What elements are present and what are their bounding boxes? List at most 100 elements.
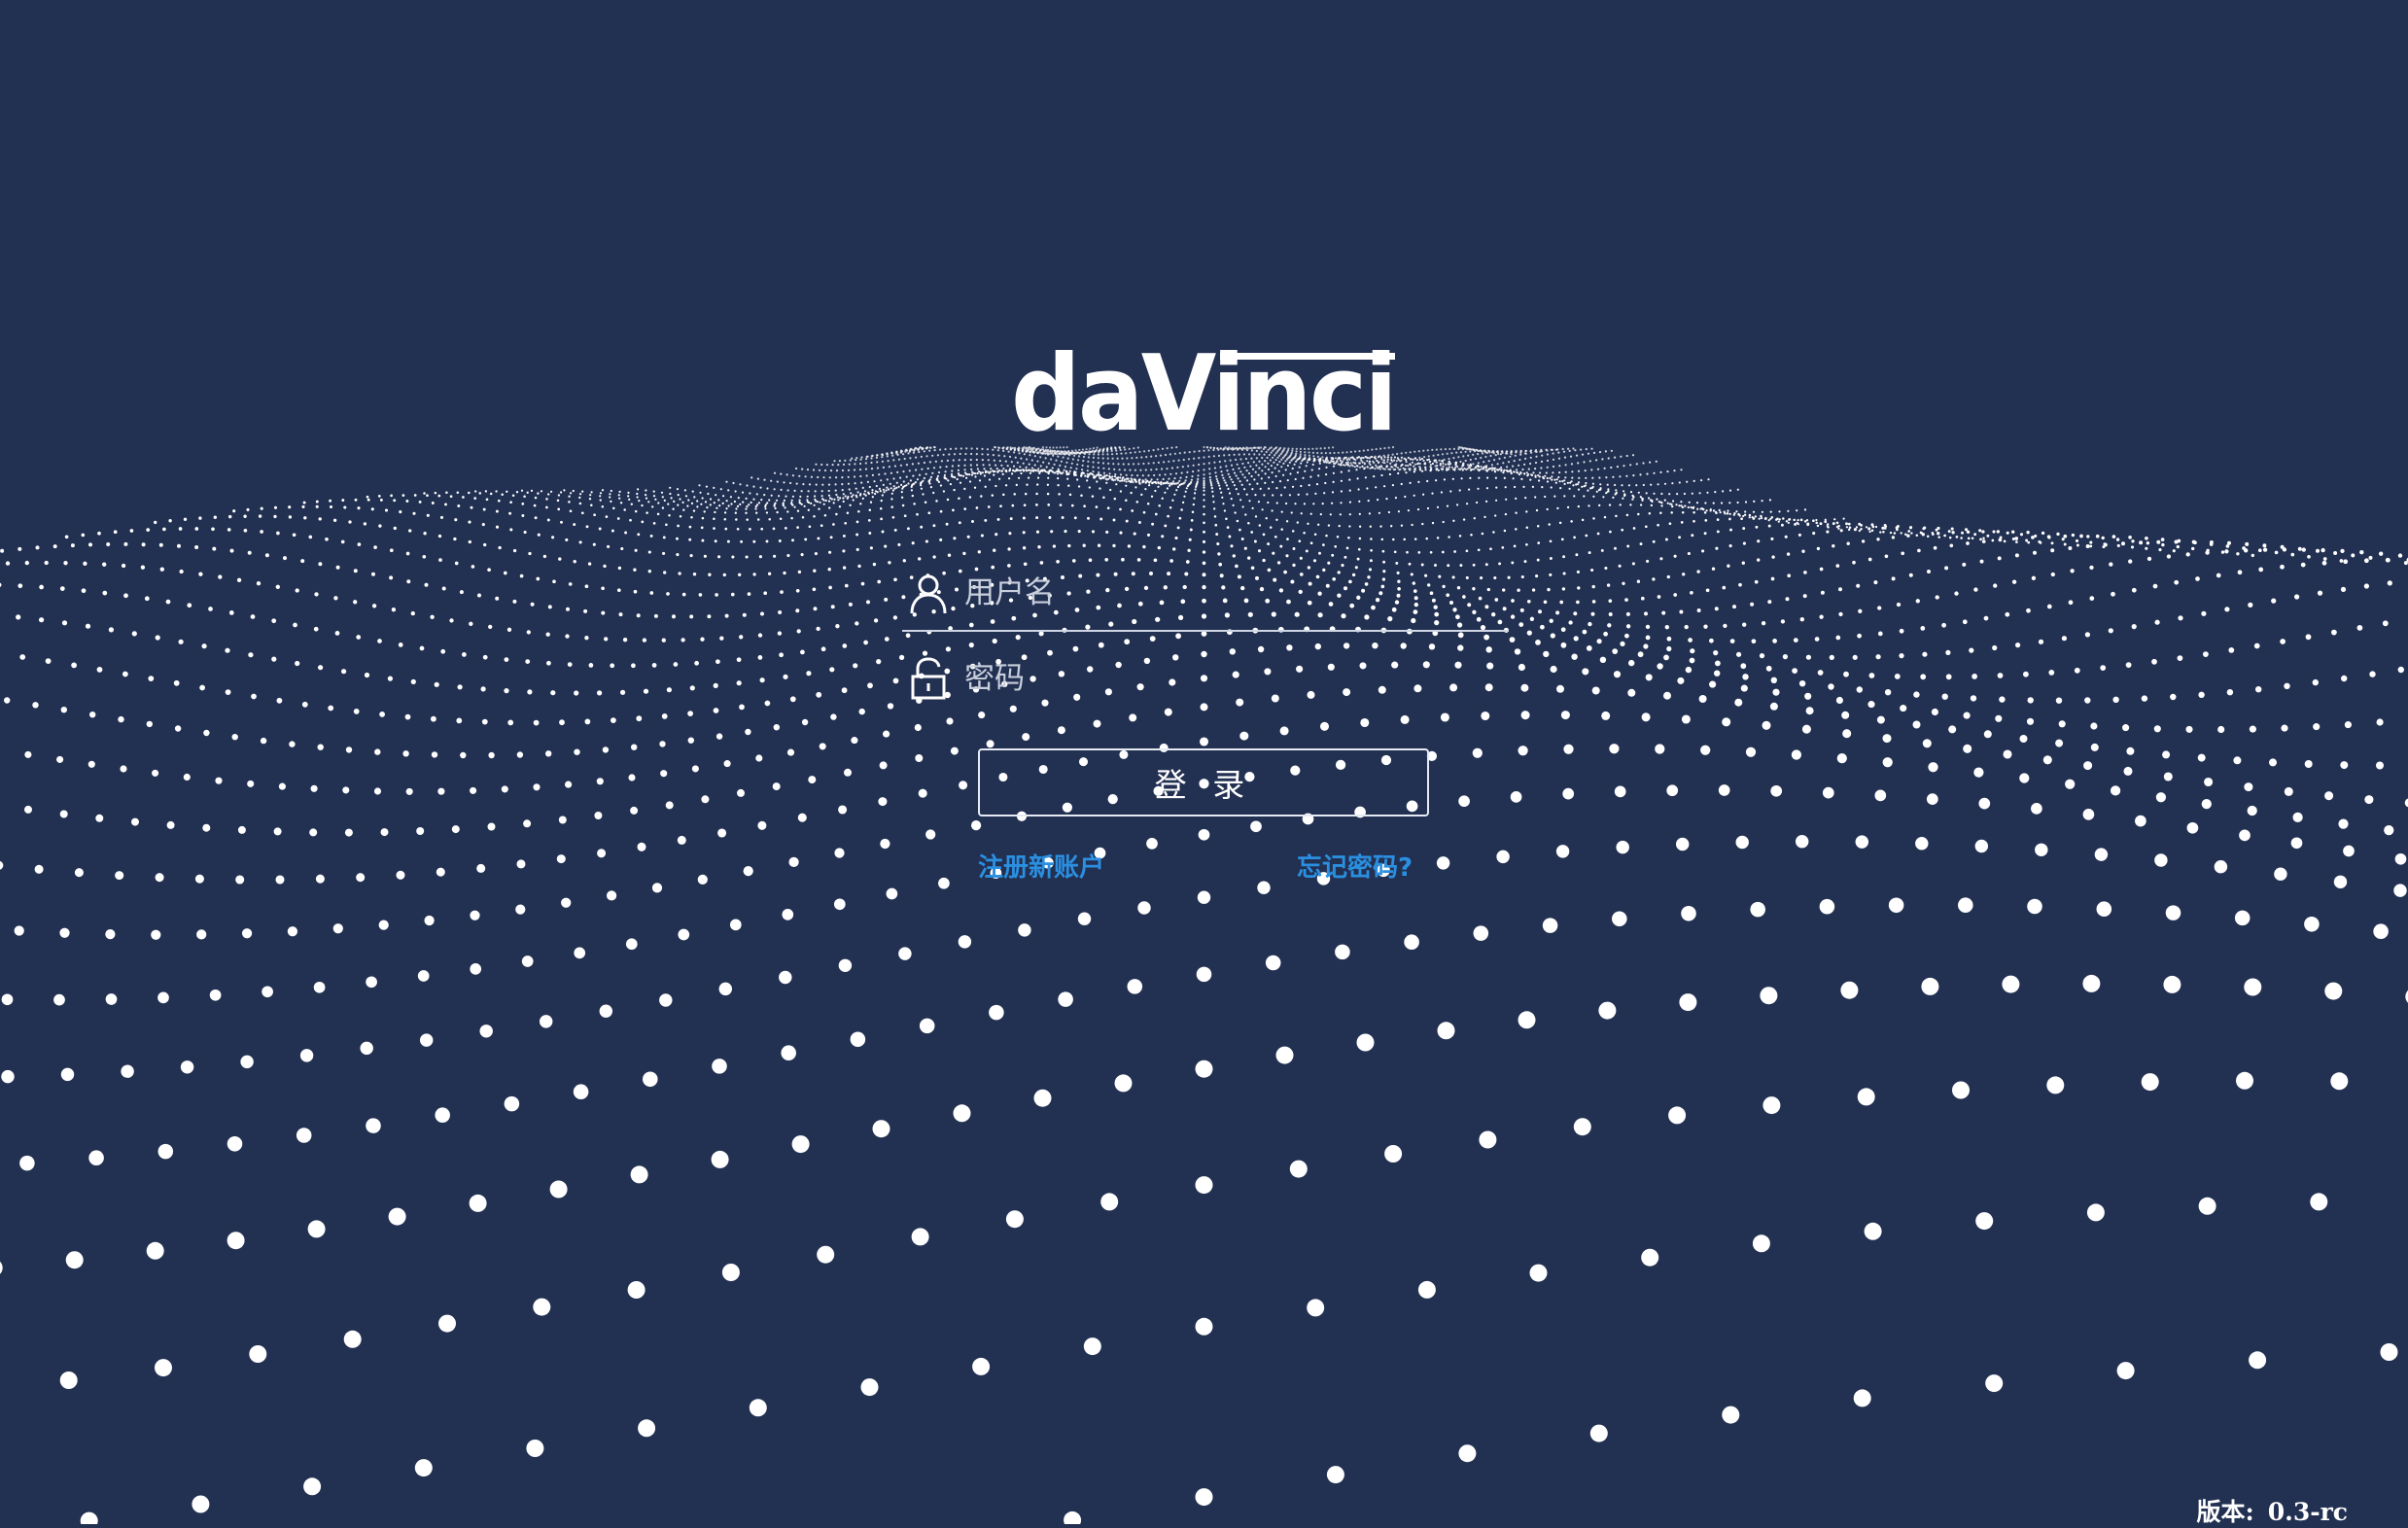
particle-dot — [2152, 583, 2158, 589]
particle-dot — [1882, 734, 1892, 744]
particle-dot — [1021, 447, 1024, 450]
particle-dot — [766, 487, 769, 490]
particle-dot — [1011, 472, 1014, 475]
particle-dot — [1315, 447, 1318, 450]
particle-dot — [1546, 507, 1549, 511]
particle-dot — [1122, 463, 1125, 466]
particle-dot — [924, 501, 927, 504]
particle-dot — [736, 657, 742, 663]
particle-dot — [1023, 453, 1026, 456]
particle-dot — [715, 494, 717, 497]
particle-dot — [1366, 460, 1369, 463]
particle-dot — [842, 463, 846, 466]
particle-dot — [1361, 466, 1364, 469]
particle-dot — [1215, 477, 1218, 480]
particle-dot — [687, 711, 693, 716]
particle-dot — [1619, 475, 1622, 478]
particle-dot — [2214, 859, 2228, 874]
particle-dot — [521, 955, 534, 967]
particle-dot — [1300, 462, 1303, 465]
particle-dot — [810, 475, 814, 478]
particle-dot — [1700, 479, 1703, 482]
register-link[interactable]: 注册新账户 — [978, 848, 1104, 884]
particle-dot — [1718, 508, 1721, 512]
particle-dot — [1519, 453, 1522, 456]
particle-dot — [1241, 473, 1244, 476]
particle-dot — [1413, 494, 1415, 497]
particle-dot — [715, 506, 718, 509]
particle-dot — [1557, 457, 1561, 460]
particle-dot — [1387, 454, 1390, 457]
particle-dot — [1035, 492, 1038, 496]
login-button[interactable]: 登 录 — [978, 748, 1429, 816]
particle-dot — [1145, 456, 1148, 459]
password-field[interactable] — [902, 642, 1509, 715]
particle-dot — [1917, 548, 1921, 553]
particle-dot — [1431, 448, 1434, 451]
particle-dot — [1666, 636, 1672, 642]
particle-dot — [1331, 460, 1334, 463]
particle-dot — [1386, 461, 1389, 464]
particle-dot — [1509, 637, 1516, 642]
particle-dot — [1684, 504, 1687, 507]
particle-dot — [1767, 519, 1770, 522]
particle-dot — [2340, 548, 2345, 554]
particle-dot — [1627, 688, 1636, 697]
particle-dot — [1170, 482, 1173, 485]
forgot-password-link[interactable]: 忘记密码? — [1297, 848, 1413, 884]
particle-dot — [757, 633, 763, 638]
particle-dot — [1668, 1106, 1687, 1125]
particle-dot — [1004, 460, 1007, 463]
particle-dot — [1569, 455, 1573, 458]
particle-dot — [1962, 562, 1967, 567]
particle-dot — [384, 508, 389, 512]
particle-dot — [842, 549, 846, 553]
particle-dot — [1268, 487, 1271, 490]
particle-dot — [438, 1314, 456, 1333]
particle-dot — [1534, 468, 1537, 470]
particle-dot — [786, 748, 795, 756]
particle-dot — [1043, 452, 1046, 455]
particle-dot — [976, 447, 979, 450]
particle-dot — [646, 511, 648, 514]
particle-dot — [2343, 559, 2349, 565]
particle-dot — [1448, 466, 1450, 469]
particle-dot — [692, 509, 696, 512]
particle-dot — [1518, 746, 1528, 756]
particle-dot — [1133, 478, 1135, 481]
particle-dot — [734, 511, 737, 514]
particle-dot — [1979, 538, 1982, 541]
particle-dot — [593, 513, 596, 517]
particle-dot — [1671, 504, 1674, 508]
particle-dot — [1517, 588, 1520, 592]
particle-dot — [923, 476, 926, 480]
particle-dot — [2255, 686, 2262, 693]
particle-dot — [2237, 570, 2243, 575]
particle-dot — [1615, 514, 1618, 518]
particle-dot — [273, 514, 277, 519]
particle-dot — [1150, 455, 1153, 458]
particle-dot — [422, 554, 427, 559]
particle-dot — [1865, 526, 1868, 529]
particle-dot — [1021, 449, 1024, 452]
username-input[interactable] — [962, 563, 1509, 623]
particle-dot — [1622, 581, 1625, 585]
particle-dot — [1966, 541, 1970, 545]
particle-dot — [1464, 450, 1467, 453]
particle-dot — [1551, 478, 1553, 481]
particle-dot — [713, 708, 719, 713]
particle-dot — [770, 494, 773, 497]
particle-dot — [1203, 479, 1205, 482]
password-input[interactable] — [962, 648, 1509, 709]
particle-dot — [1759, 652, 1765, 659]
particle-dot — [1907, 530, 1911, 533]
username-field[interactable] — [902, 556, 1509, 632]
particle-dot — [1397, 510, 1400, 513]
particle-dot — [733, 500, 737, 504]
particle-dot — [603, 564, 607, 569]
particle-dot — [725, 480, 728, 483]
particle-dot — [1488, 451, 1491, 454]
particle-dot — [1330, 456, 1333, 460]
particle-dot — [1856, 583, 1861, 588]
particle-dot — [919, 1018, 935, 1034]
